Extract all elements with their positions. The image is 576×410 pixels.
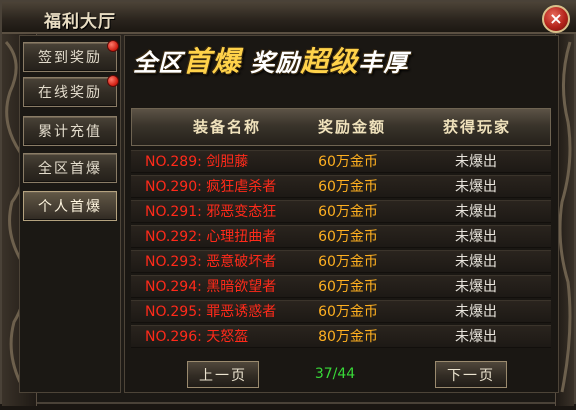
table-header: 装备名称 奖励金额 获得玩家 (131, 108, 551, 146)
table-row: NO.292: 心理扭曲者 60万金币 未爆出 (131, 225, 551, 248)
banner-highlight: 超级 (300, 45, 359, 78)
item-name: NO.296: 天怒盔 (145, 329, 249, 345)
banner-text: 全区 (133, 49, 183, 77)
item-name: NO.295: 罪恶诱惑者 (145, 304, 277, 320)
reward-amount: 60万金币 (318, 204, 378, 220)
main-content: 全区首爆 奖励超级丰厚 装备名称 奖励金额 获得玩家 NO.289: 剑胆藤 6… (124, 35, 559, 393)
player-name: 未爆出 (455, 179, 497, 195)
notification-dot-icon (107, 40, 119, 52)
table-row: NO.295: 罪恶诱惑者 60万金币 未爆出 (131, 300, 551, 323)
notification-dot-icon (107, 75, 119, 87)
sidebar-item-personal-first-drop[interactable]: 个人首爆 (23, 191, 117, 221)
reward-amount: 80万金币 (318, 329, 378, 345)
reward-amount: 60万金币 (318, 229, 378, 245)
table-row: NO.293: 恶意破坏者 60万金币 未爆出 (131, 250, 551, 273)
prev-page-button[interactable]: 上一页 (187, 361, 259, 388)
player-name: 未爆出 (455, 279, 497, 295)
player-name: 未爆出 (455, 304, 497, 320)
table-row: NO.294: 黑暗欲望者 60万金币 未爆出 (131, 275, 551, 298)
sidebar-item-label: 在线奖励 (38, 85, 102, 101)
item-name: NO.292: 心理扭曲者 (145, 229, 277, 245)
table-row: NO.290: 疯狂虐杀者 60万金币 未爆出 (131, 175, 551, 198)
close-button[interactable]: × (542, 5, 570, 33)
reward-amount: 60万金币 (318, 154, 378, 170)
reward-amount: 60万金币 (318, 279, 378, 295)
sidebar-item-label: 全区首爆 (38, 161, 102, 177)
close-icon: × (549, 9, 563, 28)
column-header-player: 获得玩家 (442, 118, 511, 136)
sidebar-item-cumulative-recharge[interactable]: 累计充值 (23, 116, 117, 146)
reward-amount: 60万金币 (318, 254, 378, 270)
sidebar-item-online-reward[interactable]: 在线奖励 (23, 75, 119, 107)
promo-banner: 全区首爆 奖励超级丰厚 (133, 40, 408, 80)
sidebar-item-label: 个人首爆 (38, 199, 102, 215)
column-header-reward: 奖励金额 (317, 118, 386, 136)
title-bar: 福利大厅 (2, 2, 576, 34)
sidebar: 签到奖励 在线奖励 累计充值 全区首爆 个人首爆 (19, 35, 121, 393)
banner-text: 奖励 (241, 49, 301, 77)
sidebar-item-signin-reward[interactable]: 签到奖励 (23, 40, 119, 72)
item-name: NO.289: 剑胆藤 (145, 154, 249, 170)
prev-page-label: 上一页 (199, 367, 247, 384)
next-page-button[interactable]: 下一页 (435, 361, 507, 388)
banner-text: 丰厚 (358, 49, 409, 77)
column-header-item-name: 装备名称 (192, 118, 261, 136)
player-name: 未爆出 (455, 254, 497, 270)
item-name: NO.294: 黑暗欲望者 (145, 279, 277, 295)
reward-amount: 60万金币 (318, 304, 378, 320)
table-row: NO.291: 邪恶变态狂 60万金币 未爆出 (131, 200, 551, 223)
welfare-hall-window: 福利大厅 × 签到奖励 在线奖励 累计充值 全区首爆 个人首爆 全区首爆 奖励超… (0, 0, 576, 406)
player-name: 未爆出 (455, 329, 497, 345)
sidebar-item-label: 累计充值 (38, 124, 102, 140)
page-indicator: 37/44 (314, 366, 356, 382)
banner-highlight: 首爆 (183, 45, 242, 78)
drop-table-rows: NO.289: 剑胆藤 60万金币 未爆出 NO.290: 疯狂虐杀者 60万金… (131, 150, 551, 350)
reward-amount: 60万金币 (318, 179, 378, 195)
player-name: 未爆出 (455, 154, 497, 170)
item-name: NO.291: 邪恶变态狂 (145, 204, 277, 220)
player-name: 未爆出 (455, 229, 497, 245)
item-name: NO.290: 疯狂虐杀者 (145, 179, 277, 195)
sidebar-item-label: 签到奖励 (38, 50, 102, 66)
table-row: NO.289: 剑胆藤 60万金币 未爆出 (131, 150, 551, 173)
player-name: 未爆出 (455, 204, 497, 220)
item-name: NO.293: 恶意破坏者 (145, 254, 277, 270)
next-page-label: 下一页 (447, 367, 495, 384)
window-title: 福利大厅 (44, 12, 116, 32)
sidebar-item-server-first-drop[interactable]: 全区首爆 (23, 153, 117, 183)
table-row: NO.296: 天怒盔 80万金币 未爆出 (131, 325, 551, 348)
